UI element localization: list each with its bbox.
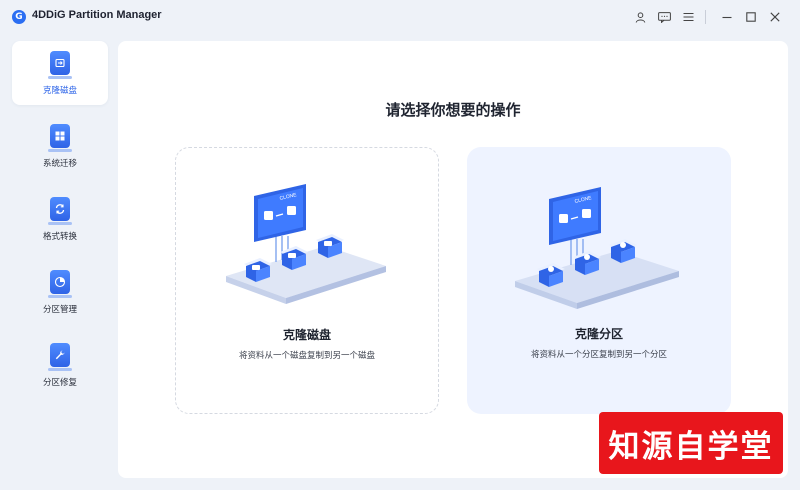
maximize-icon[interactable]: [740, 8, 762, 26]
feedback-icon[interactable]: [653, 8, 675, 26]
clone-disk-card[interactable]: CLONE 克隆磁盘 将资料从一个磁盘复制到另一个磁盘: [175, 147, 439, 414]
minimize-icon[interactable]: [716, 8, 738, 26]
watermark-badge: 知源自学堂: [599, 412, 783, 474]
partition-repair-icon: [48, 343, 72, 371]
clone-partition-illustration: CLONE: [515, 187, 679, 309]
app-title: 4DDiG Partition Manager: [32, 9, 162, 21]
card-title: 克隆磁盘: [282, 328, 331, 342]
sidebar-item-label: 分区修复: [42, 378, 77, 388]
page-title: 请选择你想要的操作: [385, 101, 521, 119]
sidebar-item-label: 克隆磁盘: [42, 86, 77, 96]
sidebar-item-label: 系统迁移: [42, 159, 77, 169]
sidebar-item-format-convert[interactable]: 格式转换: [12, 187, 108, 251]
card-title: 克隆分区: [574, 327, 623, 341]
title-bar: G 4DDiG Partition Manager: [0, 0, 800, 34]
system-migrate-icon: [48, 124, 72, 152]
sidebar: 克隆磁盘 系统迁移 格式转换 分区管理 分区修复: [0, 34, 116, 490]
clone-partition-card[interactable]: CLONE 克隆分区 将资料从一个分区复制到另一个分区: [467, 147, 731, 414]
card-description: 将资料从一个分区复制到另一个分区: [530, 350, 667, 360]
clone-disk-illustration: CLONE: [226, 184, 386, 304]
app-logo-icon: G: [12, 10, 26, 24]
format-convert-icon: [48, 197, 72, 225]
user-icon[interactable]: [629, 8, 651, 26]
close-icon[interactable]: [764, 8, 786, 26]
sidebar-item-label: 格式转换: [42, 232, 77, 242]
card-description: 将资料从一个磁盘复制到另一个磁盘: [238, 351, 375, 361]
sidebar-item-partition-manage[interactable]: 分区管理: [12, 260, 108, 324]
clone-disk-icon: [48, 51, 72, 79]
titlebar-divider: [705, 10, 706, 24]
menu-icon[interactable]: [677, 8, 699, 26]
sidebar-item-partition-repair[interactable]: 分区修复: [12, 333, 108, 397]
sidebar-item-label: 分区管理: [42, 305, 77, 315]
sidebar-item-clone-disk[interactable]: 克隆磁盘: [12, 41, 108, 105]
sidebar-item-system-migrate[interactable]: 系统迁移: [12, 114, 108, 178]
partition-manage-icon: [48, 270, 72, 298]
window-controls: [627, 8, 786, 26]
